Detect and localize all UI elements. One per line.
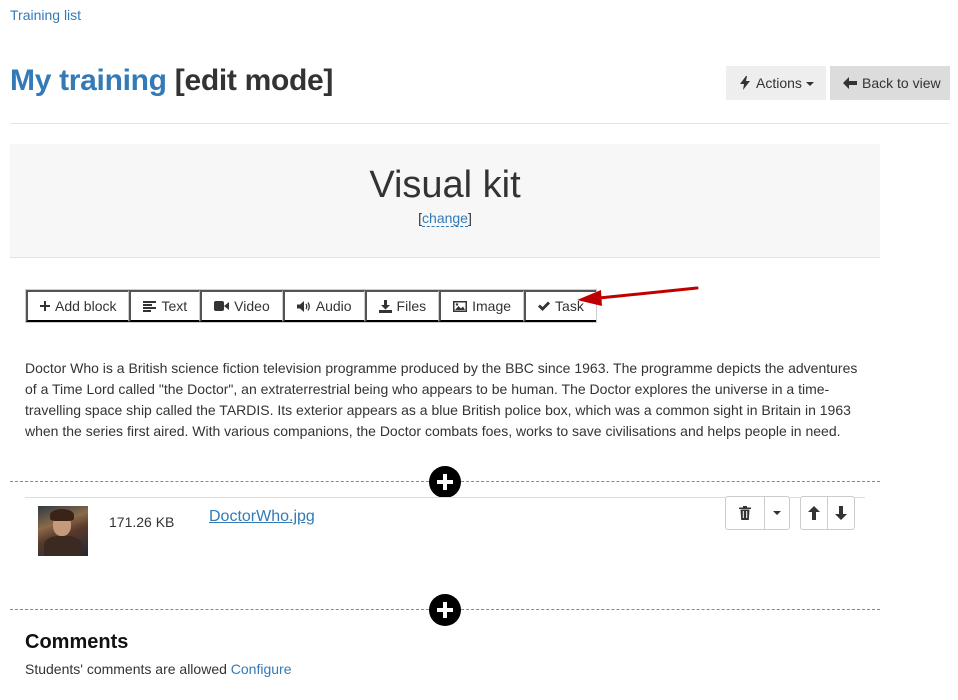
add-files-label: Files: [396, 298, 427, 314]
comments-title: Comments: [25, 631, 129, 653]
arrow-left-icon: [843, 77, 857, 89]
add-block-button[interactable]: Add block: [26, 290, 130, 322]
page-title-main: My training: [10, 64, 167, 97]
change-link[interactable]: change: [422, 210, 468, 227]
actions-label: Actions: [756, 75, 802, 91]
file-delete-group: [725, 496, 790, 530]
add-text-label: Text: [161, 298, 188, 314]
kit-change-bracket-close: ]: [467, 210, 472, 226]
configure-comments-link[interactable]: Configure: [231, 661, 292, 677]
file-options-dropdown[interactable]: [765, 497, 789, 529]
kit-title: Visual kit: [369, 164, 521, 206]
kit-header-panel: Visual kit [change]: [10, 144, 880, 258]
kit-change: [change]: [10, 210, 880, 227]
video-camera-icon: [214, 301, 230, 311]
arrow-up-icon: [808, 506, 820, 520]
header-divider: [10, 123, 950, 124]
comments-status: Students' comments are allowed Configure: [25, 661, 291, 677]
file-link[interactable]: DoctorWho.jpg: [209, 508, 315, 526]
back-to-view-button[interactable]: Back to view: [830, 66, 950, 100]
lightning-icon: [740, 76, 750, 90]
text-block-content[interactable]: Doctor Who is a British science fiction …: [25, 358, 870, 442]
chevron-down-icon: [773, 511, 781, 515]
comments-status-text: Students' comments are allowed: [25, 661, 227, 677]
add-text-button[interactable]: Text: [129, 290, 201, 322]
move-down-button[interactable]: [828, 497, 854, 529]
picture-icon: [453, 300, 468, 312]
add-audio-button[interactable]: Audio: [282, 290, 365, 322]
delete-button[interactable]: [726, 497, 765, 529]
add-audio-label: Audio: [315, 298, 352, 314]
reorder-group: [800, 496, 855, 530]
insert-block-plus-icon[interactable]: [429, 466, 461, 498]
download-icon: [378, 299, 392, 313]
insert-block-plus-icon[interactable]: [429, 594, 461, 626]
file-thumbnail: [38, 506, 88, 556]
chevron-down-icon: [805, 82, 814, 86]
breadcrumb-training-list[interactable]: Training list: [10, 7, 81, 23]
trash-icon: [739, 506, 751, 520]
add-image-button[interactable]: Image: [439, 290, 525, 322]
block-toolbar: Add block Text Video Audio Files Image T…: [25, 289, 597, 323]
file-size: 171.26 KB: [109, 514, 175, 530]
add-video-button[interactable]: Video: [200, 290, 283, 322]
check-icon: [538, 301, 551, 311]
align-left-icon: [143, 300, 157, 312]
thumbnail-figure-body: [44, 536, 82, 556]
move-up-button[interactable]: [801, 497, 828, 529]
plus-icon: [40, 301, 50, 311]
arrow-down-icon: [835, 506, 847, 520]
annotation-arrow-icon: [577, 286, 699, 306]
back-to-view-label: Back to view: [862, 75, 941, 91]
page-title-mode: [edit mode]: [174, 64, 334, 97]
page-title: My training [edit mode]: [10, 64, 333, 98]
add-video-label: Video: [234, 298, 270, 314]
add-block-label: Add block: [55, 298, 117, 314]
actions-button[interactable]: Actions: [726, 66, 826, 100]
volume-icon: [296, 300, 310, 312]
add-image-label: Image: [472, 298, 512, 314]
add-files-button[interactable]: Files: [364, 290, 440, 322]
thumbnail-figure-hair: [50, 509, 74, 521]
